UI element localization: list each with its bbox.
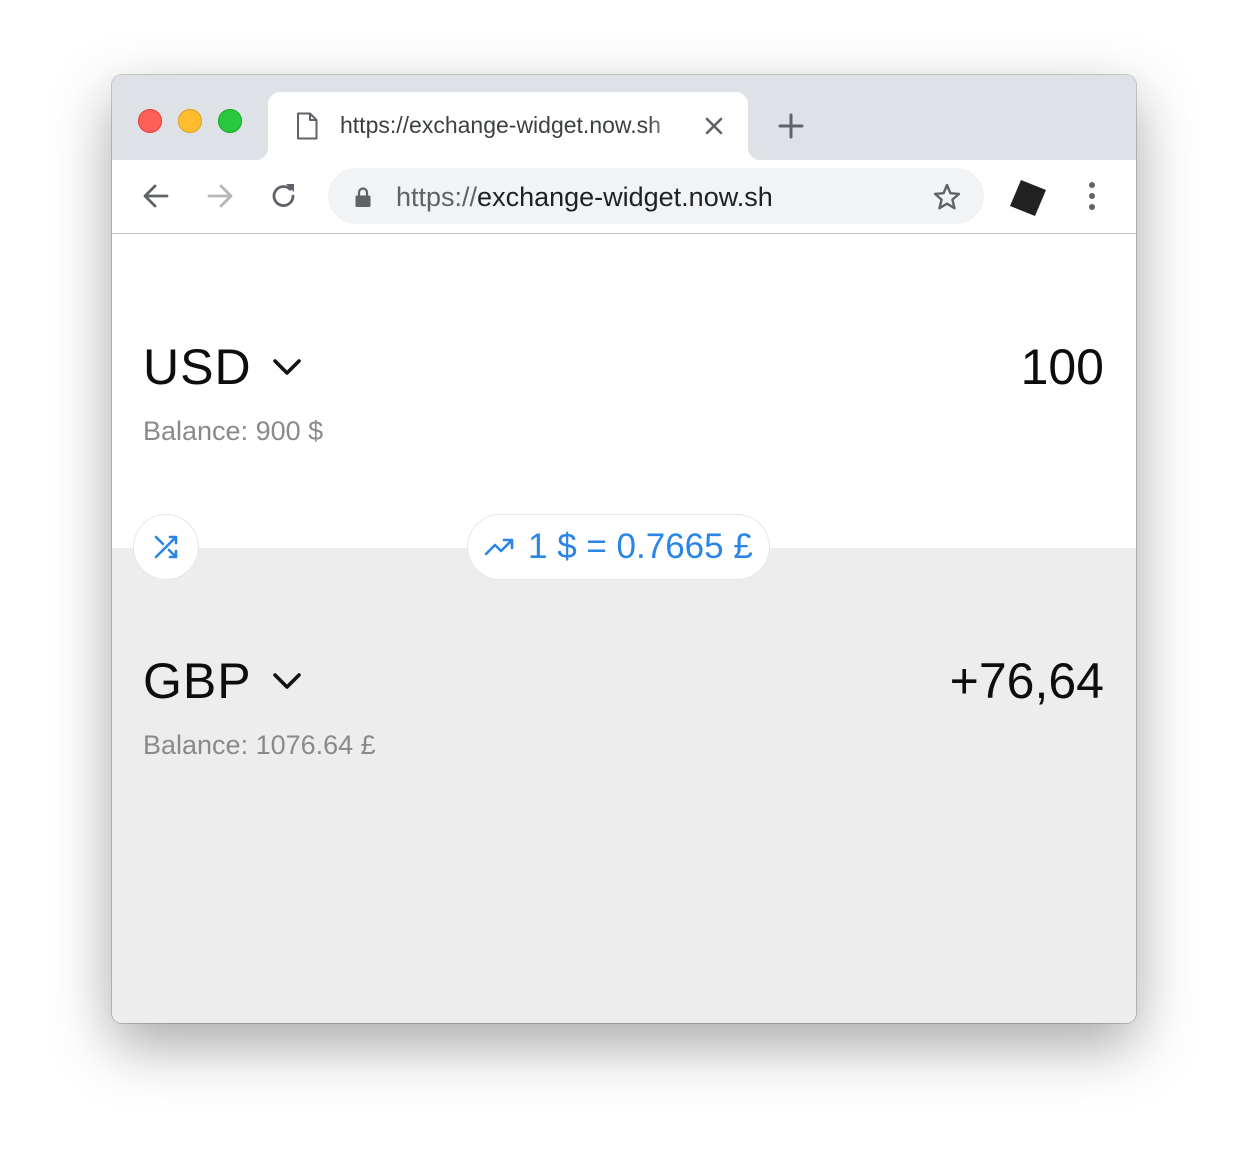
to-balance: Balance: 1076.64 £	[143, 730, 376, 760]
tab-title: https://exchange-widget.now.sh	[340, 112, 661, 138]
close-window-button[interactable]	[138, 109, 162, 133]
exchange-widget: USD 100 Balance: 900 $ GBP +76,64 Balanc…	[112, 234, 1136, 1023]
from-amount-input[interactable]: 100	[704, 338, 1104, 396]
from-currency-select[interactable]: USD	[143, 338, 304, 396]
url-host: exchange-widget.now.sh	[477, 182, 773, 212]
extension-icon[interactable]	[1008, 178, 1048, 218]
browser-window: https://exchange-widget.now.sh https://e…	[112, 75, 1136, 1023]
tab-strip: https://exchange-widget.now.sh	[112, 75, 1136, 160]
minimize-window-button[interactable]	[178, 109, 202, 133]
url-scheme: https://	[396, 182, 478, 212]
from-currency-code: USD	[143, 339, 252, 395]
close-icon[interactable]	[702, 114, 726, 138]
to-currency-code: GBP	[143, 653, 252, 709]
browser-toolbar: https://exchange-widget.now.sh	[112, 160, 1136, 234]
exchange-rate-pill[interactable]: 1 $ = 0.7665 £	[468, 515, 769, 579]
trending-up-icon	[484, 538, 514, 556]
exchange-rate-text: 1 $ = 0.7665 £	[528, 527, 753, 566]
chevron-down-icon	[272, 359, 301, 375]
shuffle-icon	[154, 535, 178, 559]
kebab-menu-icon[interactable]	[1080, 180, 1104, 212]
lock-icon	[355, 187, 371, 207]
url-text: https://exchange-widget.now.sh	[396, 182, 773, 213]
maximize-window-button[interactable]	[218, 109, 242, 133]
address-bar[interactable]: https://exchange-widget.now.sh	[328, 168, 984, 224]
star-icon[interactable]	[932, 182, 962, 212]
arrow-right-icon[interactable]	[204, 180, 236, 212]
from-panel: USD 100 Balance: 900 $	[112, 234, 1136, 548]
chevron-down-icon	[272, 673, 301, 689]
tab-active[interactable]: https://exchange-widget.now.sh	[268, 92, 748, 160]
document-icon	[297, 112, 318, 140]
swap-currencies-button[interactable]	[134, 515, 198, 579]
to-amount-input[interactable]: +76,64	[704, 652, 1104, 710]
arrow-left-icon[interactable]	[140, 180, 172, 212]
reload-icon[interactable]	[268, 180, 300, 212]
plus-icon[interactable]	[776, 111, 806, 141]
from-balance: Balance: 900 $	[143, 416, 324, 446]
to-panel: GBP +76,64 Balance: 1076.64 £	[112, 548, 1136, 1023]
to-currency-select[interactable]: GBP	[143, 652, 304, 710]
